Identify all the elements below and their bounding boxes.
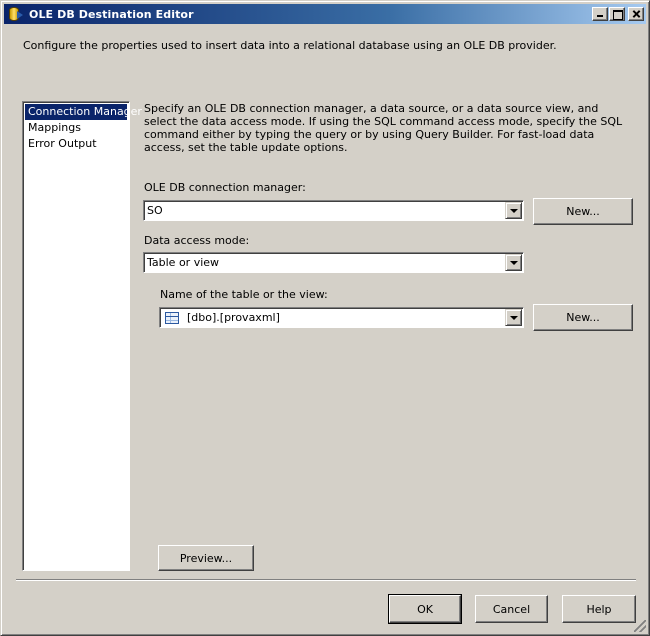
nav-item-mappings[interactable]: Mappings	[25, 120, 127, 136]
page-description: Specify an OLE DB connection manager, a …	[144, 102, 623, 154]
database-destination-icon	[7, 6, 23, 22]
footer-separator	[16, 579, 636, 581]
connection-manager-label: OLE DB connection manager:	[144, 181, 306, 194]
ok-button[interactable]: OK	[388, 594, 462, 624]
window-title: OLE DB Destination Editor	[29, 7, 194, 21]
new-connection-button[interactable]: New...	[533, 198, 633, 225]
connection-manager-combobox[interactable]: SO	[143, 200, 524, 221]
table-name-value: [dbo].[provaxml]	[187, 311, 280, 324]
connection-manager-value: SO	[147, 204, 163, 217]
page-navigation-list[interactable]: Connection Manager Mappings Error Output	[22, 101, 142, 571]
minimize-button[interactable]	[592, 7, 608, 21]
close-button[interactable]	[628, 7, 644, 21]
access-mode-combobox[interactable]: Table or view	[143, 252, 524, 273]
table-icon	[165, 311, 179, 324]
title-bar[interactable]: OLE DB Destination Editor	[4, 4, 646, 24]
maximize-button[interactable]	[609, 7, 625, 21]
cancel-button[interactable]: Cancel	[475, 595, 548, 623]
header-band	[5, 25, 645, 97]
table-name-label: Name of the table or the view:	[160, 288, 328, 301]
chevron-down-icon[interactable]	[505, 309, 522, 326]
help-button[interactable]: Help	[562, 595, 636, 623]
access-mode-value: Table or view	[147, 256, 220, 269]
chevron-down-icon[interactable]	[505, 202, 522, 219]
dialog-window: OLE DB Destination Editor Configure the …	[0, 0, 650, 636]
table-name-combobox[interactable]: [dbo].[provaxml]	[159, 307, 524, 328]
chevron-down-icon[interactable]	[505, 254, 522, 271]
nav-item-error-output[interactable]: Error Output	[25, 136, 127, 152]
preview-button[interactable]: Preview...	[158, 545, 254, 571]
dialog-description: Configure the properties used to insert …	[23, 39, 557, 52]
access-mode-label: Data access mode:	[144, 234, 250, 247]
resize-grip-icon[interactable]	[634, 620, 646, 632]
nav-item-connection-manager[interactable]: Connection Manager	[25, 104, 142, 120]
new-table-button[interactable]: New...	[533, 304, 633, 331]
